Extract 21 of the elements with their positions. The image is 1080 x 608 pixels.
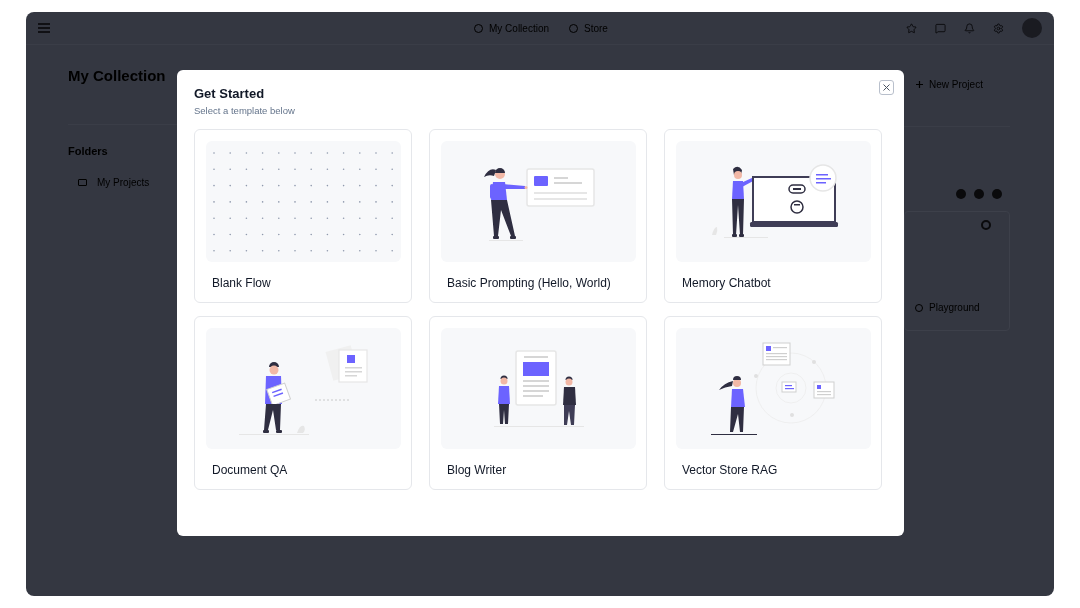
template-card[interactable]: Blog Writer (429, 316, 647, 490)
settings-icon[interactable] (993, 22, 1004, 34)
close-button[interactable] (879, 80, 894, 95)
template-card[interactable]: Memory Chatbot (664, 129, 882, 303)
star-icon[interactable] (906, 22, 917, 34)
folders-heading: Folders (68, 143, 108, 159)
chat-icon[interactable] (935, 22, 946, 34)
dialog-title: Get Started (194, 85, 265, 102)
template-card[interactable]: Basic Prompting (Hello, World) (429, 129, 647, 303)
menu-icon[interactable] (38, 23, 50, 33)
ring-icon (981, 220, 991, 230)
plus-icon (916, 81, 923, 88)
close-icon (883, 84, 890, 91)
page-title: My Collection (68, 66, 166, 86)
template-card[interactable]: Vector Store RAG (664, 316, 882, 490)
bell-icon[interactable] (964, 22, 975, 34)
folder-icon (78, 179, 87, 186)
template-card[interactable]: Blank Flow (194, 129, 412, 303)
template-card[interactable]: Document QA (194, 316, 412, 490)
avatar-icon[interactable] (1022, 18, 1042, 38)
dialog-subtitle: Select a template below (194, 105, 295, 117)
